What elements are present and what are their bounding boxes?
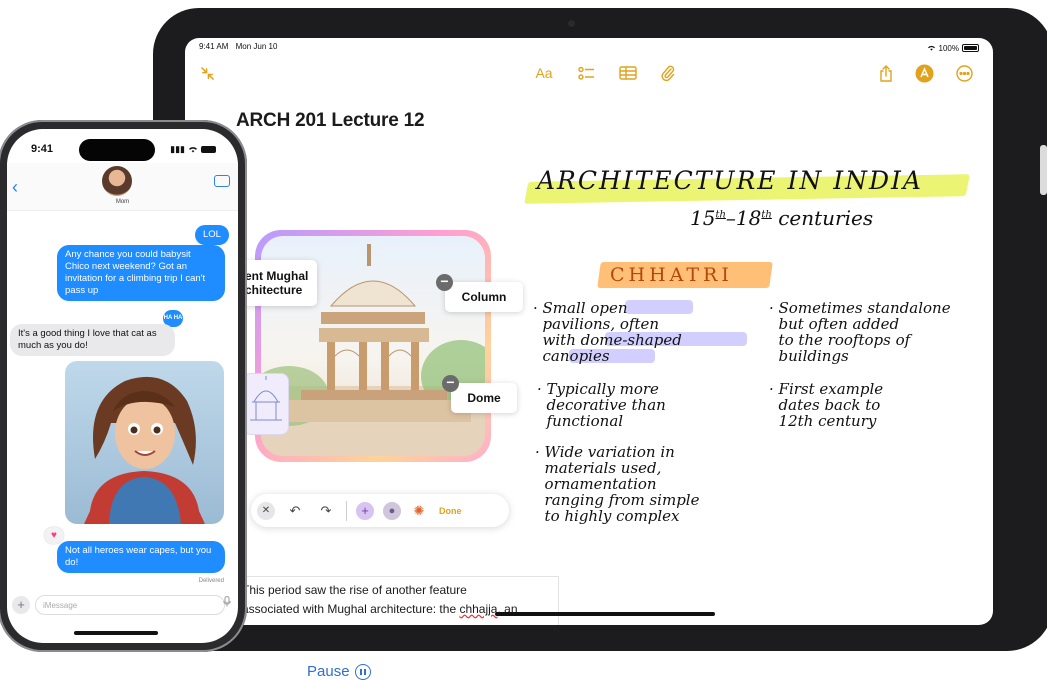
- redo-icon[interactable]: ↷: [315, 500, 337, 522]
- iphone-screen: 9:41 ▮▮▮ ‹ Mom LOL Any chance you could …: [7, 129, 238, 643]
- body-line-1: This period saw the rise of another feat…: [242, 583, 467, 597]
- sub-end: centuries: [778, 206, 874, 230]
- paperclip-icon[interactable]: [657, 63, 679, 83]
- handwritten-bullet-1: · Small open pavilions, often with dome-…: [533, 299, 682, 365]
- scrollbar-thumb[interactable]: [1040, 145, 1047, 195]
- message-bubble-reply[interactable]: It's a good thing I love that cat as muc…: [10, 324, 175, 356]
- iphone-status-time: 9:41: [31, 143, 54, 155]
- sub-sup2: th: [761, 209, 772, 221]
- dynamic-island: [79, 139, 155, 161]
- battery-icon: [201, 146, 216, 153]
- table-icon[interactable]: [617, 63, 639, 83]
- microphone-icon[interactable]: [223, 595, 231, 610]
- conversation-header: ‹ Mom: [7, 163, 238, 211]
- ipad-home-indicator: [495, 612, 715, 616]
- signal-icon: ▮▮▮: [170, 144, 185, 154]
- imessage-input[interactable]: iMessage: [35, 595, 225, 615]
- remove-dome-icon[interactable]: −: [442, 375, 459, 392]
- collapse-arrows-icon[interactable]: [197, 63, 217, 83]
- ipad-camera: [568, 20, 575, 27]
- body-line-2: associated with Mughal architecture: the…: [242, 600, 554, 619]
- label-dome[interactable]: Dome: [451, 383, 517, 413]
- status-date: Mon Jun 10: [235, 42, 278, 51]
- sketch-thumbnail[interactable]: [243, 373, 289, 435]
- handwritten-bullet-2: · Typically more decorative than functio…: [537, 380, 666, 430]
- message-bubble-lol[interactable]: LOL: [195, 225, 229, 245]
- compose-icon[interactable]: [991, 63, 993, 83]
- message-bubble-babysit[interactable]: Any chance you could babysit Chico next …: [57, 245, 225, 301]
- body-line-2-prefix: associated with Mughal architecture: the: [242, 602, 460, 616]
- handwritten-bullet-5: · First example dates back to 12th centu…: [769, 380, 884, 430]
- checklist-icon[interactable]: [575, 63, 597, 83]
- battery-icon: [962, 44, 979, 52]
- style-icon[interactable]: ✺: [410, 502, 428, 520]
- image-playground-toolbar: ✕ ↶ ↷ + ● ✺ Done: [251, 494, 509, 527]
- ellipsis-circle-icon[interactable]: [953, 63, 975, 83]
- undo-icon[interactable]: ↶: [284, 500, 306, 522]
- iphone-home-indicator: [74, 631, 158, 635]
- done-button[interactable]: Done: [439, 506, 462, 516]
- label-column[interactable]: Column: [445, 282, 523, 312]
- sub-sup1: th: [715, 209, 726, 221]
- back-chevron-icon[interactable]: ‹: [12, 177, 18, 198]
- format-button[interactable]: Aa: [532, 63, 556, 83]
- iphone-device: 9:41 ▮▮▮ ‹ Mom LOL Any chance you could …: [0, 120, 247, 652]
- delivered-status: Delivered: [198, 578, 224, 584]
- wifi-icon: [927, 44, 936, 53]
- handwritten-bullet-3: · Wide variation in materials used, orna…: [535, 443, 700, 525]
- person-icon[interactable]: ●: [383, 501, 401, 520]
- genmoji-photo[interactable]: [65, 361, 224, 524]
- pause-label: Pause: [307, 663, 350, 680]
- toolbar-divider: [346, 500, 347, 521]
- note-body-text[interactable]: This period saw the rise of another feat…: [237, 576, 559, 625]
- pause-button[interactable]: Pause: [307, 663, 371, 680]
- battery-percentage: 100%: [938, 43, 959, 53]
- handwritten-bullet-4: · Sometimes standalone but often added t…: [769, 299, 951, 365]
- sub-start: 15: [690, 206, 716, 230]
- handwritten-subheading: 15th–18th centuries: [690, 206, 873, 230]
- handwritten-heading: ARCHITECTURE IN INDIA: [537, 166, 923, 195]
- product-showcase: 9:41 AM Mon Jun 10 100% Aa ARCH 201 Lect…: [0, 0, 1047, 680]
- contact-name[interactable]: Mom: [7, 199, 238, 205]
- close-icon[interactable]: ✕: [257, 501, 275, 520]
- misspelled-word: chhajja: [459, 602, 498, 616]
- message-bubble-heroes[interactable]: Not all heroes wear capes, but you do!: [57, 541, 225, 573]
- note-title[interactable]: ARCH 201 Lecture 12: [236, 110, 425, 132]
- iphone-status-icons: ▮▮▮: [170, 144, 216, 155]
- status-time: 9:41 AM: [199, 42, 229, 51]
- add-icon[interactable]: +: [356, 501, 374, 520]
- remove-column-icon[interactable]: −: [436, 274, 453, 291]
- pause-icon: [354, 663, 371, 680]
- wifi-icon: [188, 145, 198, 155]
- markup-pen-icon[interactable]: [913, 63, 935, 83]
- avatar[interactable]: [102, 166, 132, 196]
- sub-mid: –18: [725, 206, 762, 230]
- tapback-heart-icon: ♥: [44, 527, 64, 544]
- handwritten-section-title: CHHATRI: [610, 264, 733, 286]
- share-icon[interactable]: [875, 63, 897, 83]
- ipad-screen: 9:41 AM Mon Jun 10 100% Aa ARCH 201 Lect…: [185, 38, 993, 625]
- compose-bar: + iMessage: [7, 593, 238, 619]
- ipad-status-bar: 9:41 AM Mon Jun 10 100%: [199, 42, 979, 54]
- plus-icon[interactable]: +: [12, 596, 30, 614]
- ipad-device: 9:41 AM Mon Jun 10 100% Aa ARCH 201 Lect…: [153, 8, 1047, 651]
- video-call-icon[interactable]: [214, 175, 230, 187]
- label-mughal-architecture: ent Mughal chitecture: [243, 260, 317, 306]
